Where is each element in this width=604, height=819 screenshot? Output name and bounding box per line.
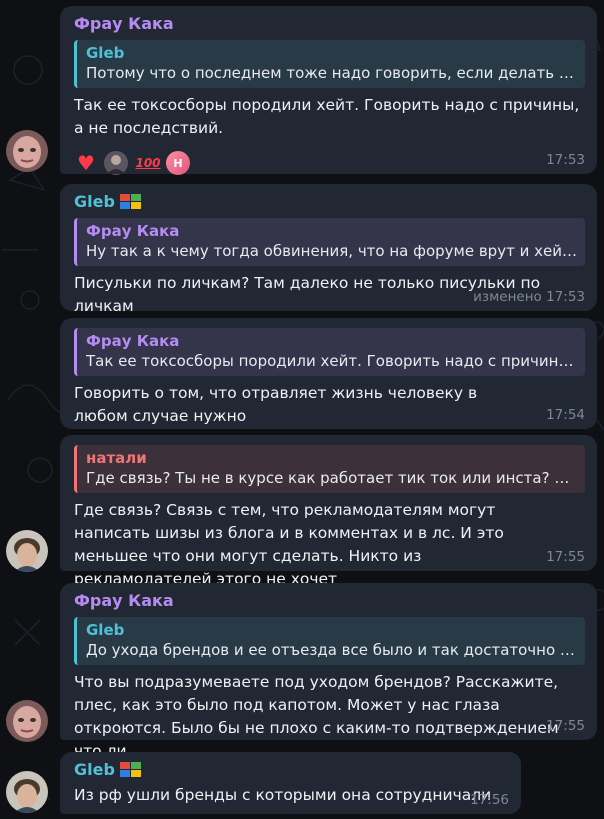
avatar[interactable] bbox=[6, 700, 48, 742]
message-bubble[interactable]: Фрау Кака Gleb До ухода брендов и ее отъ… bbox=[60, 583, 597, 760]
reply-quote[interactable]: Gleb До ухода брендов и ее отъезда все б… bbox=[74, 617, 585, 665]
message-time: 17:53 bbox=[546, 152, 585, 168]
reply-author: Gleb bbox=[86, 621, 125, 639]
avatar[interactable] bbox=[6, 530, 48, 572]
heart-reaction[interactable]: ♥ bbox=[74, 150, 98, 176]
message-text: Что вы подразумеваете под уходом брендов… bbox=[74, 673, 559, 760]
reply-author: Фрау Кака bbox=[86, 222, 180, 240]
reply-text: Так ее токсосборы породили хейт. Говорит… bbox=[86, 352, 577, 370]
message-bubble[interactable]: Фрау Кака Gleb Потому что о последнем то… bbox=[60, 6, 597, 176]
sender-name-row[interactable]: Gleb bbox=[74, 760, 509, 780]
message-time: 17:55 bbox=[546, 549, 585, 565]
reactions-row: ♥ 100 H bbox=[74, 150, 585, 176]
reply-author: Фрау Кака bbox=[86, 332, 180, 350]
sender-name[interactable]: Gleb bbox=[74, 760, 115, 780]
hundred-reaction[interactable]: 100 bbox=[134, 150, 162, 176]
reply-author: натали bbox=[86, 449, 147, 467]
reply-quote[interactable]: Фрау Кака Так ее токсосборы породили хей… bbox=[74, 328, 585, 376]
message-bubble[interactable]: Gleb Фрау Кака Ну так а к чему тогда обв… bbox=[60, 184, 597, 315]
message-bubble[interactable]: Фрау Кака Так ее токсосборы породили хей… bbox=[60, 318, 597, 429]
message-time: 17:54 bbox=[546, 407, 585, 423]
sender-name[interactable]: Gleb bbox=[74, 192, 115, 212]
user-photo-icon bbox=[6, 700, 48, 742]
message-bubble[interactable]: Gleb Из рф ушли бренды с которыми она со… bbox=[60, 752, 521, 814]
sender-name[interactable]: Фрау Кака bbox=[74, 591, 585, 611]
message-text: Так ее токсосборы породили хейт. Говорит… bbox=[74, 96, 580, 137]
message-text: Где связь? Связь с тем, что рекламодател… bbox=[74, 501, 504, 588]
avatar[interactable] bbox=[6, 130, 48, 172]
reply-text: Ну так а к чему тогда обвинения, что на … bbox=[86, 242, 577, 260]
reply-author: Gleb bbox=[86, 44, 125, 62]
reactor-avatar[interactable] bbox=[102, 150, 130, 176]
message-text: Из рф ушли бренды с которыми она сотрудн… bbox=[74, 786, 492, 804]
message-time: 17:55 bbox=[546, 718, 585, 734]
user-photo-icon bbox=[6, 771, 48, 813]
flag-emoji-icon bbox=[119, 194, 142, 210]
reply-quote[interactable]: Gleb Потому что о последнем тоже надо го… bbox=[74, 40, 585, 88]
reply-text: Потому что о последнем тоже надо говорит… bbox=[86, 64, 577, 82]
reactor-avatar-icon bbox=[104, 151, 128, 175]
message-time: изменено 17:53 bbox=[473, 289, 585, 305]
avatar[interactable] bbox=[6, 771, 48, 813]
flag-emoji-icon bbox=[119, 762, 142, 778]
reactor-avatar-letter[interactable]: H bbox=[166, 151, 190, 175]
sender-name-row[interactable]: Gleb bbox=[74, 192, 585, 212]
user-photo-icon bbox=[6, 530, 48, 572]
sender-name[interactable]: Фрау Кака bbox=[74, 14, 585, 34]
message-text: Говорить о том, что отравляет жизнь чело… bbox=[74, 384, 478, 425]
reply-text: Где связь? Ты не в курсе как работает ти… bbox=[86, 469, 577, 487]
message-bubble[interactable]: натали Где связь? Ты не в курсе как рабо… bbox=[60, 435, 597, 588]
reply-quote[interactable]: Фрау Кака Ну так а к чему тогда обвинени… bbox=[74, 218, 585, 266]
message-time: 17:56 bbox=[470, 792, 509, 808]
reply-quote[interactable]: натали Где связь? Ты не в курсе как рабо… bbox=[74, 445, 585, 493]
user-photo-icon bbox=[6, 130, 48, 172]
reply-text: До ухода брендов и ее отъезда все было и… bbox=[86, 641, 577, 659]
